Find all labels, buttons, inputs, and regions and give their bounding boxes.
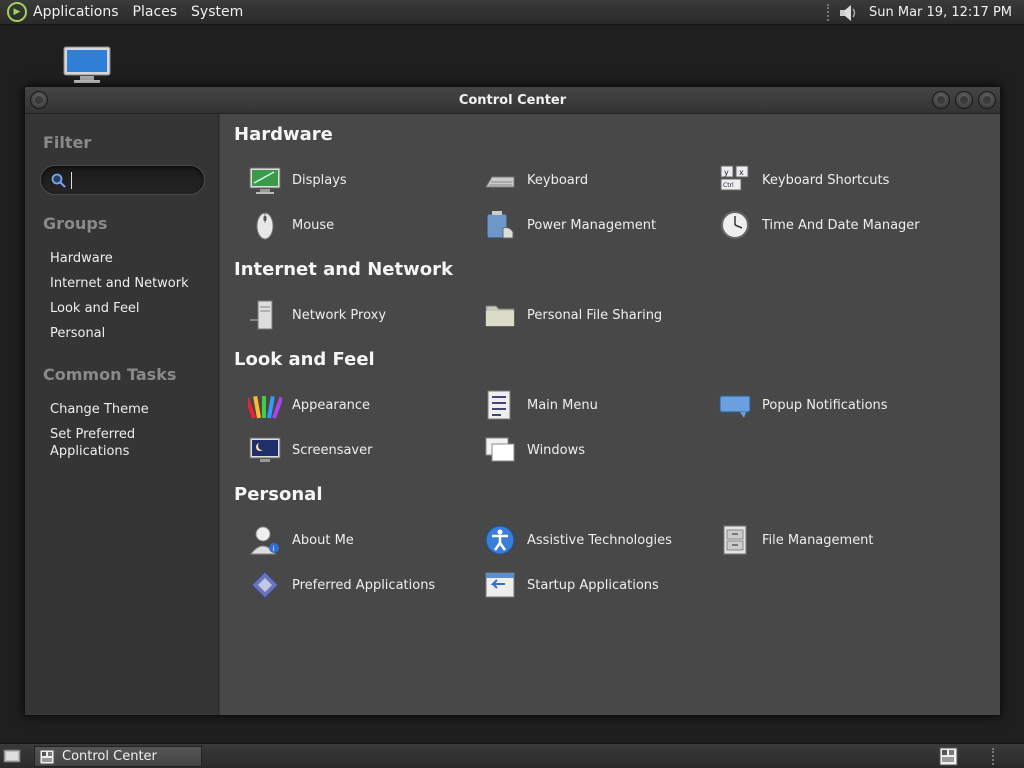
item-label: Time And Date Manager <box>762 217 920 233</box>
window-titlebar[interactable]: Control Center <box>25 87 1000 114</box>
item-label: Screensaver <box>292 442 373 458</box>
accessibility-icon <box>485 525 515 555</box>
file-cabinet-icon <box>723 525 747 555</box>
svg-text:y: y <box>724 168 729 177</box>
clock[interactable]: Sun Mar 19, 12:17 PM <box>869 5 1012 20</box>
keyboard-shortcuts-icon: y x Ctrl <box>720 165 749 191</box>
top-panel: ▶ Applications Places System Sun Mar 19,… <box>0 0 1024 25</box>
item-label: Power Management <box>527 217 657 233</box>
group-title-hardware: Hardware <box>234 124 333 145</box>
item-keyboard[interactable]: Keyboard <box>483 160 713 200</box>
item-time-and-date-manager[interactable]: Time And Date Manager <box>718 205 948 245</box>
tray-control-center-icon[interactable] <box>939 747 958 766</box>
item-screensaver[interactable]: Screensaver <box>248 430 478 470</box>
item-personal-file-sharing[interactable]: Personal File Sharing <box>483 295 713 335</box>
bottom-panel: Control Center <box>0 743 1024 768</box>
item-label: Network Proxy <box>292 307 387 323</box>
taskbar-button-label: Control Center <box>62 749 157 764</box>
panel-handle[interactable] <box>992 748 996 765</box>
item-keyboard-shortcuts[interactable]: y x Ctrl Keyboard Shortcuts <box>718 160 948 200</box>
item-label: Main Menu <box>527 397 598 413</box>
svg-text:Ctrl: Ctrl <box>723 182 734 189</box>
item-label: Preferred Applications <box>292 577 436 593</box>
volume-icon[interactable] <box>839 4 857 22</box>
sidebar-group-hardware[interactable]: Hardware <box>50 250 113 267</box>
item-mouse[interactable]: Mouse <box>248 205 478 245</box>
item-windows[interactable]: Windows <box>483 430 713 470</box>
item-label: Startup Applications <box>527 577 659 593</box>
display-icon <box>249 167 281 194</box>
close-button[interactable] <box>978 91 996 109</box>
item-appearance[interactable]: Appearance <box>248 385 478 425</box>
item-label: Keyboard <box>527 172 589 188</box>
power-management-icon <box>486 211 514 239</box>
sidebar-group-look-and-feel[interactable]: Look and Feel <box>50 300 140 317</box>
screensaver-icon <box>249 437 281 462</box>
item-file-management[interactable]: File Management <box>718 520 948 560</box>
popup-notification-icon <box>719 395 751 418</box>
item-power-management[interactable]: Power Management <box>483 205 713 245</box>
about-me-icon: i <box>249 526 279 555</box>
window-title: Control Center <box>458 92 567 108</box>
taskbar-control-center-button[interactable]: Control Center <box>34 746 202 767</box>
search-box[interactable] <box>40 165 205 195</box>
task-set-preferred-applications[interactable]: Set Preferred Applications <box>50 426 160 460</box>
search-icon <box>51 173 66 188</box>
item-assistive-technologies[interactable]: Assistive Technologies <box>483 520 713 560</box>
keyboard-icon <box>485 176 515 188</box>
item-label: Mouse <box>292 217 335 233</box>
item-label: About Me <box>292 532 354 548</box>
main-menu-icon <box>487 390 511 420</box>
maximize-button[interactable] <box>955 91 973 109</box>
item-label: File Management <box>762 532 874 548</box>
windows-icon <box>485 437 515 462</box>
computer-desktop-icon[interactable] <box>62 46 112 84</box>
minimize-button[interactable] <box>932 91 950 109</box>
search-input[interactable] <box>71 172 197 189</box>
item-about-me[interactable]: i About Me <box>248 520 478 560</box>
folder-share-icon <box>485 305 515 327</box>
item-preferred-applications[interactable]: Preferred Applications <box>248 565 478 605</box>
item-main-menu[interactable]: Main Menu <box>483 385 713 425</box>
item-network-proxy[interactable]: Network Proxy <box>248 295 478 335</box>
task-change-theme[interactable]: Change Theme <box>50 401 149 418</box>
panel-handle[interactable] <box>827 4 831 21</box>
show-desktop-icon[interactable] <box>3 748 21 765</box>
svg-text:x: x <box>739 168 744 177</box>
filter-heading: Filter <box>43 133 92 152</box>
item-popup-notifications[interactable]: Popup Notifications <box>718 385 948 425</box>
item-label: Windows <box>527 442 586 458</box>
sidebar-group-internet-network[interactable]: Internet and Network <box>50 275 189 292</box>
groups-heading: Groups <box>43 214 108 233</box>
content-area: Hardware Displays Keyboard y x Ctrl Keyb… <box>220 114 1000 715</box>
network-proxy-icon <box>250 300 273 330</box>
preferred-apps-icon <box>251 571 279 599</box>
item-label: Assistive Technologies <box>527 532 672 548</box>
group-title-personal: Personal <box>234 484 323 505</box>
group-title-internet-network: Internet and Network <box>234 259 453 280</box>
sidebar: Filter Groups Hardware Internet and Netw… <box>25 114 219 715</box>
item-startup-applications[interactable]: Startup Applications <box>483 565 713 605</box>
item-displays[interactable]: Displays <box>248 160 478 200</box>
item-label: Displays <box>292 172 347 188</box>
startup-apps-icon <box>485 572 515 598</box>
sidebar-group-personal[interactable]: Personal <box>50 325 105 342</box>
distro-logo-icon[interactable]: ▶ <box>7 2 27 22</box>
mouse-icon <box>256 212 274 240</box>
item-label: Popup Notifications <box>762 397 888 413</box>
group-title-look-and-feel: Look and Feel <box>234 349 375 370</box>
common-tasks-heading: Common Tasks <box>43 365 177 384</box>
item-label: Appearance <box>292 397 371 413</box>
control-center-icon <box>39 749 55 764</box>
item-label: Personal File Sharing <box>527 307 663 323</box>
menu-system[interactable]: System <box>191 4 243 20</box>
clock-icon <box>721 211 749 239</box>
appearance-icon <box>248 395 282 419</box>
menu-applications[interactable]: Applications <box>33 4 119 20</box>
svg-text:i: i <box>273 545 275 553</box>
menu-places[interactable]: Places <box>133 4 178 20</box>
control-center-window: Control Center Filter Groups Hardware In… <box>24 86 1001 716</box>
window-menu-button[interactable] <box>30 91 48 109</box>
item-label: Keyboard Shortcuts <box>762 172 890 188</box>
